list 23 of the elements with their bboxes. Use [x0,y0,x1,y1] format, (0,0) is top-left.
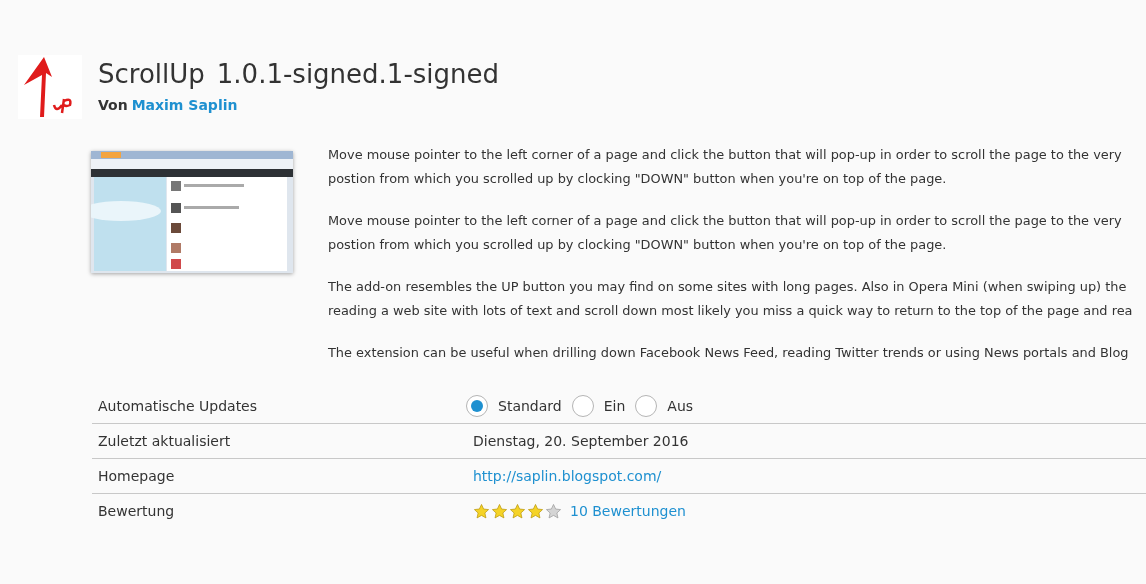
description-paragraph: The add-on resembles the UP button you may find on some sites with long pages. Also in Opera Mini (when swiping up) the reading a web site with lots of text and scroll down most likely you miss a quick way to return to the top of the page and rea [328,278,1133,320]
radio-button[interactable] [635,395,658,417]
detail-label: Bewertung [98,502,176,521]
detail-label: Homepage [98,466,176,486]
author-label: Von [98,96,128,115]
radio-option[interactable]: Ein [571,395,626,417]
detail-value: Dienstag, 20. September 2016 [473,431,689,451]
radio-button[interactable] [571,395,594,417]
star-icon [491,503,508,520]
description-paragraph: The extension can be useful when drilling down Facebook News Feed, reading Twitter trends or using News portals and Blog [328,344,1130,362]
description-paragraph: Move mouse pointer to the left corner of a page and click the button that will pop-up in order to scroll the page to the very postion from which you scrolled up by clocking "DOWN" button when you're on top of the page. [328,212,1123,254]
radio-button[interactable] [466,395,488,417]
star-icon [473,503,490,520]
radio-option[interactable]: Standard [466,395,562,417]
addon-version: 1.0.1-signed.1-signed [216,58,500,91]
addon-name: ScrollUp [98,58,205,91]
detail-label: Automatische Updates [98,396,259,416]
star-icon [509,503,526,520]
star-icon [527,503,544,520]
description-paragraph: Move mouse pointer to the left corner of a page and click the button that will pop-up in order to scroll the page to the very postion from which you scrolled up by clocking "DOWN" button when you're on top of the page. [328,146,1123,188]
star-icon [545,503,562,520]
radio-option[interactable]: Aus [635,395,694,417]
detail-label: Zuletzt aktualisiert [98,431,232,451]
